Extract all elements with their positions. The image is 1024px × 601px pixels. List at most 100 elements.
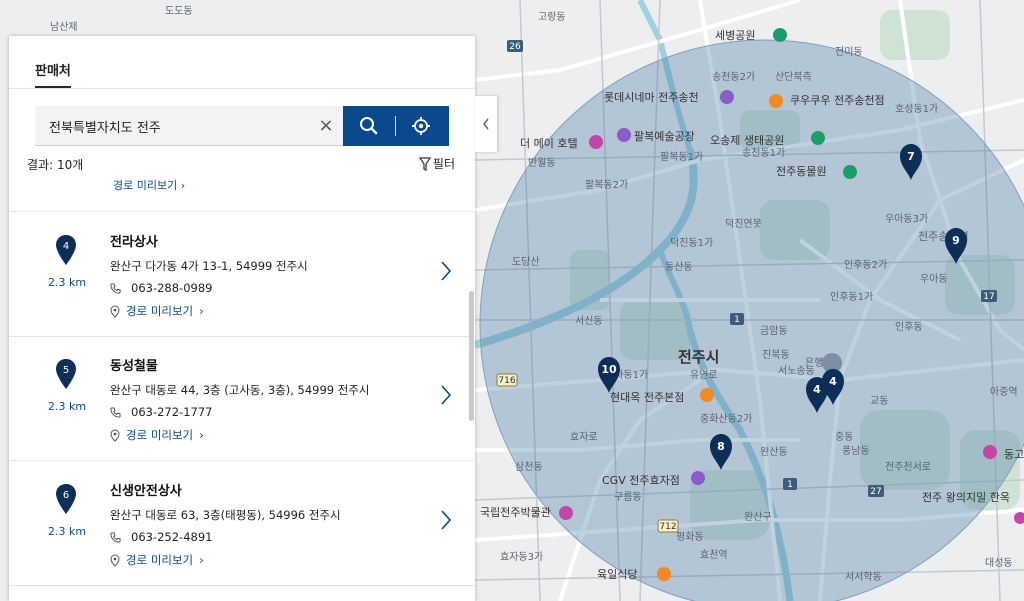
route-preview-link[interactable]: 경로 미리보기 › [110,552,204,568]
map-pin-icon: 6 [56,484,76,514]
filter-button[interactable]: 필터 [418,155,455,172]
svg-text:716: 716 [498,376,515,386]
map-label: CGV 전주효자점 [602,474,680,487]
map-label: 고랑동 [538,11,566,23]
dealer-phone: 063-272-1777 [110,405,212,419]
route-preview-label: 경로 미리보기 [126,553,194,567]
map-label: 효자로 [570,431,598,443]
chevron-right-icon[interactable] [439,384,453,406]
phone-icon [110,282,121,294]
dealer-name: 동성철물 [110,359,158,374]
svg-text:27: 27 [870,487,881,497]
dealer-name: 신생안전상사 [110,484,182,499]
restaurant-icon[interactable] [657,567,671,581]
map-label: 교동 [870,395,888,407]
distance: 2.3 km [47,525,87,538]
map-label: 금암동 [760,325,788,337]
tab-divider [9,88,475,89]
city-label: 전주시 [678,348,719,366]
map-label: 전주천서로 [885,461,931,473]
map-pin-icon: 5 [56,359,76,389]
map-label: 삼천동 [515,461,543,473]
svg-text:26: 26 [509,42,521,52]
map-label: 오송제 생태공원 [710,134,784,147]
route-preview-link[interactable]: 경로 미리보기 › [113,177,185,193]
map-label: 효천역 [700,549,728,561]
search-field[interactable]: 전북특별자치도 전주 × [35,106,343,146]
hotel-icon[interactable] [589,135,603,149]
map-label: 평화동 [676,531,704,543]
map-label: 더 메이 호텔 [520,137,578,150]
locate-button[interactable] [397,106,449,146]
cinema-icon[interactable] [691,471,705,485]
scrollbar-thumb[interactable] [469,291,474,421]
phone-icon [110,406,121,418]
result-count: 결과: 10개 [27,158,84,172]
list-item-partial: 경로 미리보기 › [9,177,475,212]
dealer-list-item[interactable]: 6 2.3 km 신생안전상사 완산구 대동로 63, 3층(태평동), 54996 … [9,461,475,586]
map-label: 쿠우쿠우 전주송천점 [790,93,885,107]
filter-label: 필터 [432,157,455,171]
search-input[interactable]: 전북특별자치도 전주 [49,117,161,136]
phone-number[interactable]: 063-288-0989 [131,281,212,295]
art-venue-icon[interactable] [617,128,631,142]
map-label: 완산구 [744,511,772,523]
search-button[interactable] [343,106,395,146]
distance: 2.3 km [47,276,87,289]
landmark-icon[interactable] [983,445,997,459]
map-label: 남산제 [50,21,78,33]
map-label: 서노송동 [778,365,815,377]
map-label: 덕진연못 [725,218,762,230]
map-label: 팔복예술공장 [634,130,695,143]
restaurant-icon[interactable] [769,94,783,108]
map-label: 중동 [835,431,853,443]
chevron-right-icon[interactable] [439,260,453,282]
dealer-phone: 063-288-0989 [110,281,212,295]
zoo-icon[interactable] [843,165,857,179]
tab-dealers[interactable]: 판매처 [35,60,71,88]
cinema-icon[interactable] [720,90,734,104]
crosshair-icon [412,117,430,135]
map-label: 인후동 [895,321,923,333]
road-number-badge: 26 [507,40,523,52]
marker-number: 10 [601,363,617,376]
phone-number[interactable]: 063-252-4891 [131,530,212,544]
marker-number: 4 [829,375,837,388]
route-preview-label: 경로 미리보기 [126,428,194,442]
dealer-list-item[interactable]: 5 2.3 km 동성철물 완산구 대동로 44, 3층 (고사동, 3층), 549… [9,336,475,461]
map-label: 전주 왕의지밀 한옥 [922,491,1010,504]
dealer-list-item[interactable]: 4 2.3 km 전라상사 완산구 다가동 4가 13-1, 54999 전주시 063… [9,212,475,337]
route-preview-link[interactable]: 경로 미리보기 › [110,303,204,319]
map-label: 덕진동1가 [670,237,713,249]
dealer-panel: 판매처 전북특별자치도 전주 × 결과: 10개 필터 경로 미리보기 › 4 2… [9,36,475,601]
map-label: 아중역 [990,386,1018,398]
park-icon[interactable] [811,131,825,145]
chevron-left-icon [483,118,489,130]
chevron-right-icon[interactable] [439,509,453,531]
restaurant-icon[interactable] [700,388,714,402]
pin-number: 5 [63,365,69,376]
map-label: 유연로 [690,369,718,381]
map-label: 도당산 [512,256,540,268]
phone-number[interactable]: 063-272-1777 [131,405,212,419]
map-label: 송천동1가 [742,147,785,159]
map-label: 중화산동2가 [700,413,752,425]
map-label: 풍남동 [842,445,870,457]
map-label: 동고 [1004,448,1024,461]
road-number-badge: 17 [981,290,997,302]
route-preview-link[interactable]: 경로 미리보기 › [110,427,204,443]
svg-text:712: 712 [659,522,676,532]
park-icon[interactable] [773,28,787,42]
road-number-badge: 716 [496,373,518,387]
button-divider [395,116,396,136]
collapse-panel-button[interactable] [475,96,497,152]
map-label: 전주동물원 [776,165,827,178]
map-label: 세병공원 [715,29,755,42]
close-icon[interactable]: × [315,115,337,137]
map-label: 롯데시네마 전주송천 [604,90,699,104]
marker-number: 7 [907,150,915,163]
map-label: 인후동2가 [844,259,887,271]
dealer-address: 완산구 다가동 4가 13-1, 54999 전주시 [110,259,308,273]
map-label: 대성동 [985,557,1013,569]
museum-icon[interactable] [559,506,573,520]
